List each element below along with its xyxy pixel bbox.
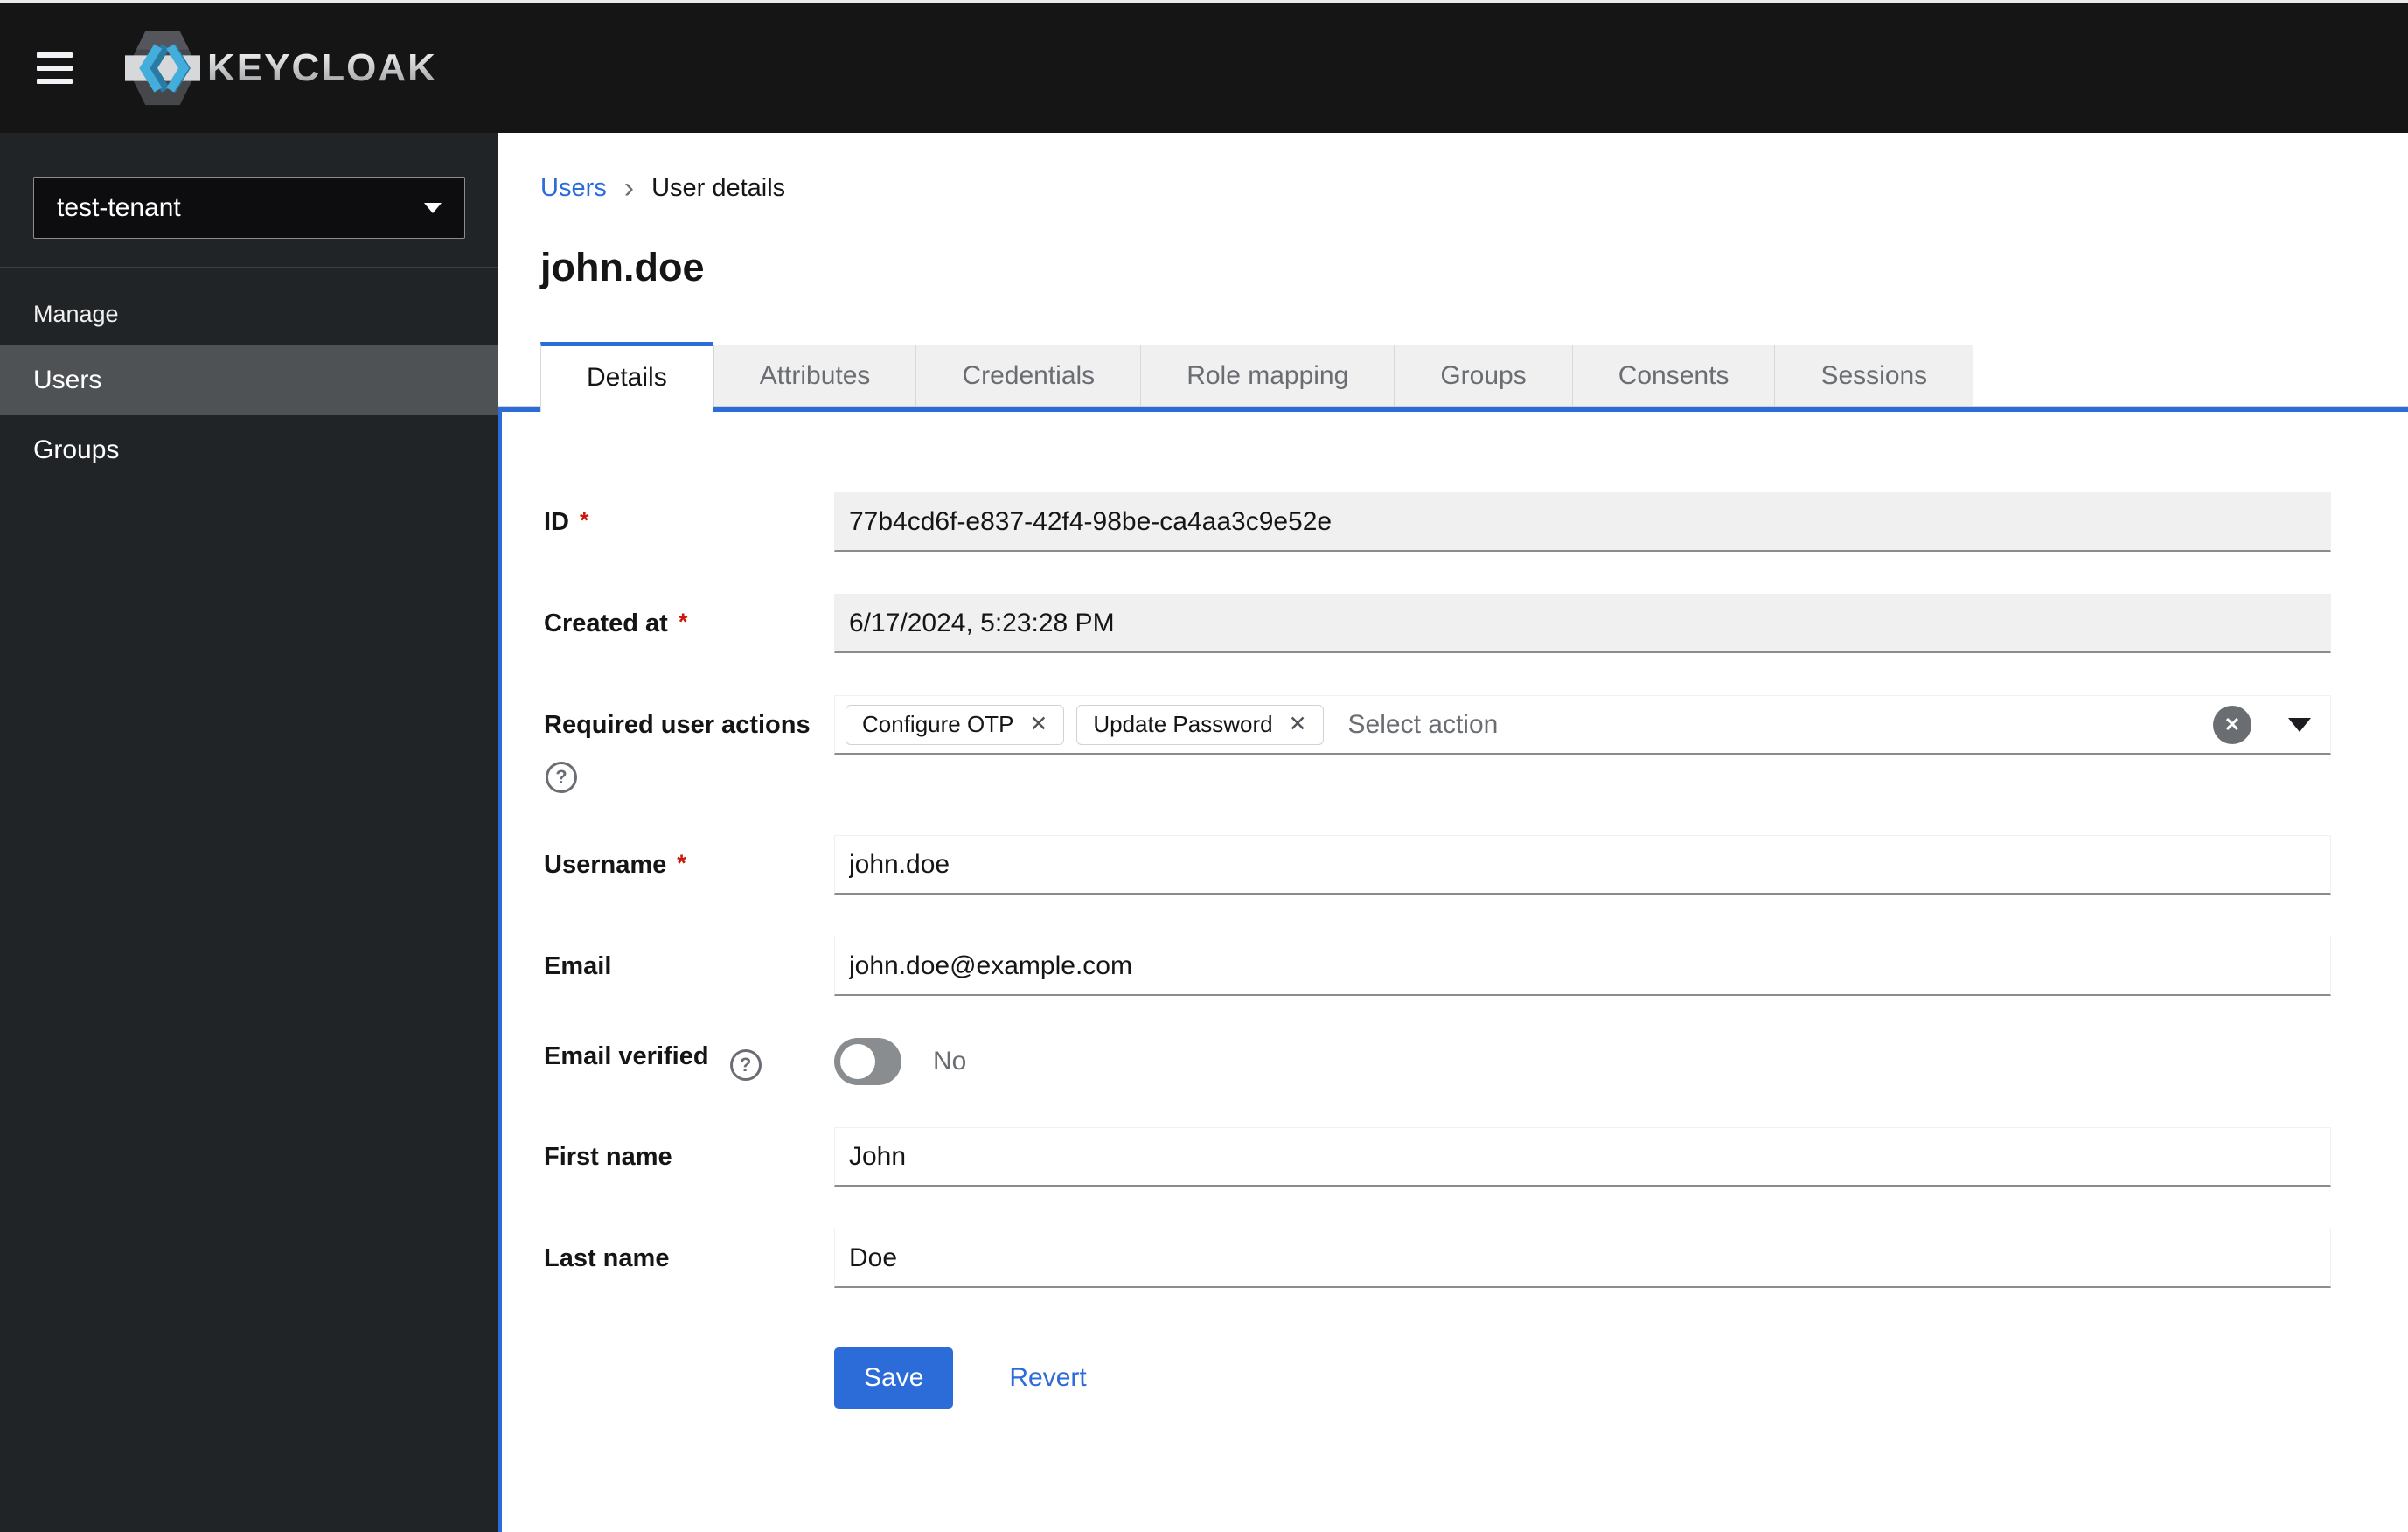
email-verified-state: No [933, 1047, 967, 1076]
first-name-input[interactable] [834, 1127, 2331, 1187]
required-asterisk: * [678, 609, 688, 635]
nav-toggle-button[interactable] [37, 52, 73, 84]
page-title: john.doe [540, 245, 705, 289]
brand-wordmark: KEYCLOAK [207, 45, 437, 89]
revert-button[interactable]: Revert [1009, 1363, 1086, 1393]
sidebar: test-tenant Manage Users Groups [0, 133, 498, 1532]
clear-selection-icon[interactable]: ✕ [2213, 705, 2251, 744]
keycloak-hexagon-icon [125, 31, 200, 105]
form-row-username: Username * [544, 835, 2331, 895]
user-details-form: ID* Created at* Required user actions ? … [498, 412, 2408, 1532]
last-name-label: Last name [544, 1243, 670, 1272]
tab-underline [498, 406, 2408, 412]
form-actions: Save Revert [834, 1347, 2331, 1409]
form-row-id: ID * [544, 492, 2331, 552]
sidebar-divider [0, 267, 498, 268]
breadcrumb: Users › User details [498, 133, 2408, 203]
created-at-input[interactable] [834, 594, 2331, 653]
id-input[interactable] [834, 492, 2331, 552]
save-button[interactable]: Save [834, 1347, 954, 1409]
form-row-first-name: First name [544, 1127, 2331, 1187]
breadcrumb-link-users[interactable]: Users [540, 173, 607, 203]
required-actions-select[interactable]: Configure OTP ✕ Update Password ✕ Select… [834, 695, 2331, 755]
chip-update-password: Update Password ✕ [1076, 704, 1324, 745]
username-label: Username * [544, 850, 686, 879]
realm-selector[interactable]: test-tenant [33, 177, 465, 239]
nav-section-title: Manage [33, 301, 119, 327]
remove-chip-icon[interactable]: ✕ [1289, 714, 1307, 735]
id-label: ID * [544, 507, 589, 536]
tab-groups[interactable]: Groups [1394, 345, 1572, 406]
required-asterisk: * [580, 507, 589, 533]
email-input[interactable] [834, 937, 2331, 996]
email-label: Email [544, 951, 612, 980]
remove-chip-icon[interactable]: ✕ [1029, 714, 1047, 735]
tab-sessions[interactable]: Sessions [1774, 345, 1974, 406]
sidebar-nav: Users Groups [0, 345, 498, 485]
keycloak-logo: KEYCLOAK [125, 27, 437, 109]
form-row-last-name: Last name [544, 1229, 2331, 1288]
tab-details[interactable]: Details [540, 342, 713, 412]
first-name-label: First name [544, 1142, 672, 1171]
help-icon[interactable]: ? [546, 762, 577, 793]
chevron-down-icon[interactable] [2288, 717, 2311, 732]
breadcrumb-separator-icon: › [623, 171, 635, 205]
select-placeholder: Select action [1347, 709, 1499, 739]
breadcrumb-current: User details [651, 174, 786, 202]
email-verified-toggle[interactable] [834, 1038, 901, 1085]
form-row-required-actions: Required user actions ? Configure OTP ✕ … [544, 695, 2331, 793]
tab-bar: Details Attributes Credentials Role mapp… [498, 342, 2408, 412]
created-at-label: Created at * [544, 609, 688, 637]
required-asterisk: * [677, 850, 686, 876]
main-content: Users › User details john.doe Details At… [498, 133, 2408, 1532]
form-row-email-verified: Email verified ? No [544, 1038, 2331, 1085]
form-row-email: Email [544, 937, 2331, 996]
username-input[interactable] [834, 835, 2331, 895]
help-icon[interactable]: ? [729, 1049, 762, 1081]
required-actions-label: Required user actions ? [544, 695, 834, 793]
hamburger-icon [37, 52, 73, 58]
tab-role-mapping[interactable]: Role mapping [1140, 345, 1395, 406]
chip-configure-otp: Configure OTP ✕ [846, 704, 1065, 745]
realm-selector-value: test-tenant [57, 192, 181, 222]
tab-credentials[interactable]: Credentials [915, 345, 1141, 406]
sidebar-item-groups[interactable]: Groups [0, 415, 498, 485]
last-name-input[interactable] [834, 1229, 2331, 1288]
masthead: KEYCLOAK [0, 3, 2408, 133]
tab-consents[interactable]: Consents [1571, 345, 1775, 406]
form-row-created-at: Created at * [544, 594, 2331, 653]
email-verified-label: Email verified ? [544, 1042, 834, 1081]
chevron-down-icon [424, 202, 442, 213]
tab-attributes[interactable]: Attributes [713, 345, 916, 406]
sidebar-item-users[interactable]: Users [0, 345, 498, 415]
